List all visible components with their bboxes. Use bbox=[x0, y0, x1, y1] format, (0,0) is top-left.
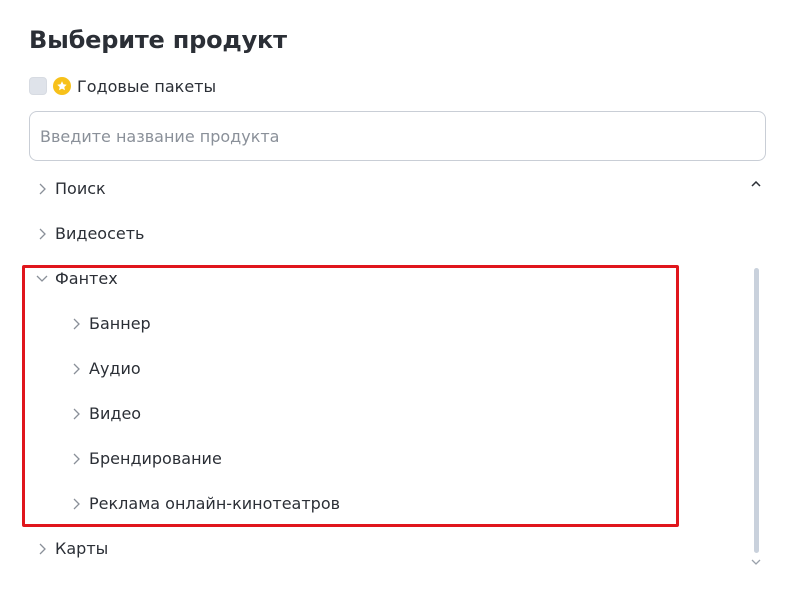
scrollbar-thumb[interactable] bbox=[754, 268, 759, 553]
scroll-down-icon[interactable] bbox=[749, 557, 763, 567]
tree-item-label: Поиск bbox=[55, 179, 106, 198]
tree-item-banner[interactable]: Баннер bbox=[70, 301, 151, 346]
tree-item-label: Баннер bbox=[89, 314, 151, 333]
chevron-right-icon[interactable] bbox=[36, 183, 48, 195]
scroll-up-icon[interactable] bbox=[749, 179, 763, 189]
product-search-field[interactable] bbox=[29, 111, 766, 161]
chevron-right-icon[interactable] bbox=[70, 408, 82, 420]
chevron-right-icon[interactable] bbox=[70, 363, 82, 375]
chevron-right-icon[interactable] bbox=[70, 453, 82, 465]
tree-item-maps[interactable]: Карты bbox=[36, 526, 108, 571]
star-icon bbox=[53, 77, 71, 95]
tree-item-label: Видео bbox=[89, 404, 142, 423]
annual-packages-filter[interactable]: Годовые пакеты bbox=[29, 76, 216, 96]
tree-item-label: Брендирование bbox=[89, 449, 222, 468]
tree-item-label: Аудио bbox=[89, 359, 141, 378]
chevron-right-icon[interactable] bbox=[70, 498, 82, 510]
page-title: Выберите продукт bbox=[29, 26, 287, 54]
tree-item-video[interactable]: Видео bbox=[70, 391, 141, 436]
tree-item-audio[interactable]: Аудио bbox=[70, 346, 141, 391]
product-search-input[interactable] bbox=[30, 112, 765, 160]
annual-packages-checkbox[interactable] bbox=[29, 77, 47, 95]
tree-item-search[interactable]: Поиск bbox=[36, 166, 106, 211]
tree-item-videoset[interactable]: Видеосеть bbox=[36, 211, 144, 256]
chevron-right-icon[interactable] bbox=[70, 318, 82, 330]
tree-item-label: Фантех bbox=[55, 269, 118, 288]
tree-item-online-cinema-ads[interactable]: Реклама онлайн-кинотеатров bbox=[70, 481, 340, 526]
chevron-right-icon[interactable] bbox=[36, 228, 48, 240]
chevron-right-icon[interactable] bbox=[36, 543, 48, 555]
tree-item-fantech[interactable]: Фантех bbox=[36, 256, 118, 301]
tree-item-branding[interactable]: Брендирование bbox=[70, 436, 222, 481]
tree-item-label: Реклама онлайн-кинотеатров bbox=[89, 494, 341, 513]
tree-item-label: Видеосеть bbox=[55, 224, 145, 243]
tree-item-label: Карты bbox=[55, 539, 109, 558]
chevron-down-icon[interactable] bbox=[36, 273, 48, 285]
annual-packages-label: Годовые пакеты bbox=[77, 76, 217, 96]
